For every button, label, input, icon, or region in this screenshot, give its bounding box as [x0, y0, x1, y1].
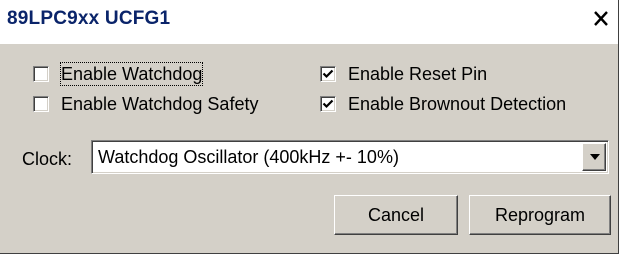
enable-watchdog-safety-option[interactable]: Enable Watchdog Safety: [33, 93, 258, 115]
clock-select[interactable]: Watchdog Oscillator (400kHz +- 10%): [91, 140, 609, 174]
reprogram-button[interactable]: Reprogram: [469, 195, 611, 235]
chevron-down-icon: [590, 154, 600, 160]
enable-watchdog-safety-checkbox[interactable]: [33, 96, 49, 112]
enable-brownout-detection-checkbox[interactable]: [320, 96, 336, 112]
clock-label: Clock:: [22, 149, 73, 169]
ucfg1-dialog: 89LPC9xx UCFG1 Enable Watchdog Enable Wa…: [0, 0, 619, 254]
title-bar[interactable]: 89LPC9xx UCFG1: [0, 0, 618, 44]
enable-brownout-detection-label: Enable Brownout Detection: [348, 94, 567, 114]
enable-watchdog-label: Enable Watchdog: [59, 62, 204, 86]
enable-reset-pin-checkbox[interactable]: [320, 66, 336, 82]
cancel-button[interactable]: Cancel: [334, 195, 458, 235]
close-icon: [590, 8, 612, 30]
checkmark-icon: [322, 69, 334, 79]
enable-reset-pin-label: Enable Reset Pin: [348, 64, 488, 84]
clock-dropdown-button[interactable]: [582, 143, 606, 171]
enable-watchdog-safety-label: Enable Watchdog Safety: [61, 94, 259, 114]
window-title: 89LPC9xx UCFG1: [7, 8, 171, 29]
enable-watchdog-option[interactable]: Enable Watchdog: [33, 62, 204, 86]
checkmark-icon: [322, 99, 334, 109]
enable-reset-pin-option[interactable]: Enable Reset Pin: [320, 63, 487, 85]
enable-brownout-detection-option[interactable]: Enable Brownout Detection: [320, 93, 566, 115]
clock-selected-value: Watchdog Oscillator (400kHz +- 10%): [98, 147, 399, 167]
close-button[interactable]: [590, 8, 612, 30]
enable-watchdog-checkbox[interactable]: [33, 66, 49, 82]
